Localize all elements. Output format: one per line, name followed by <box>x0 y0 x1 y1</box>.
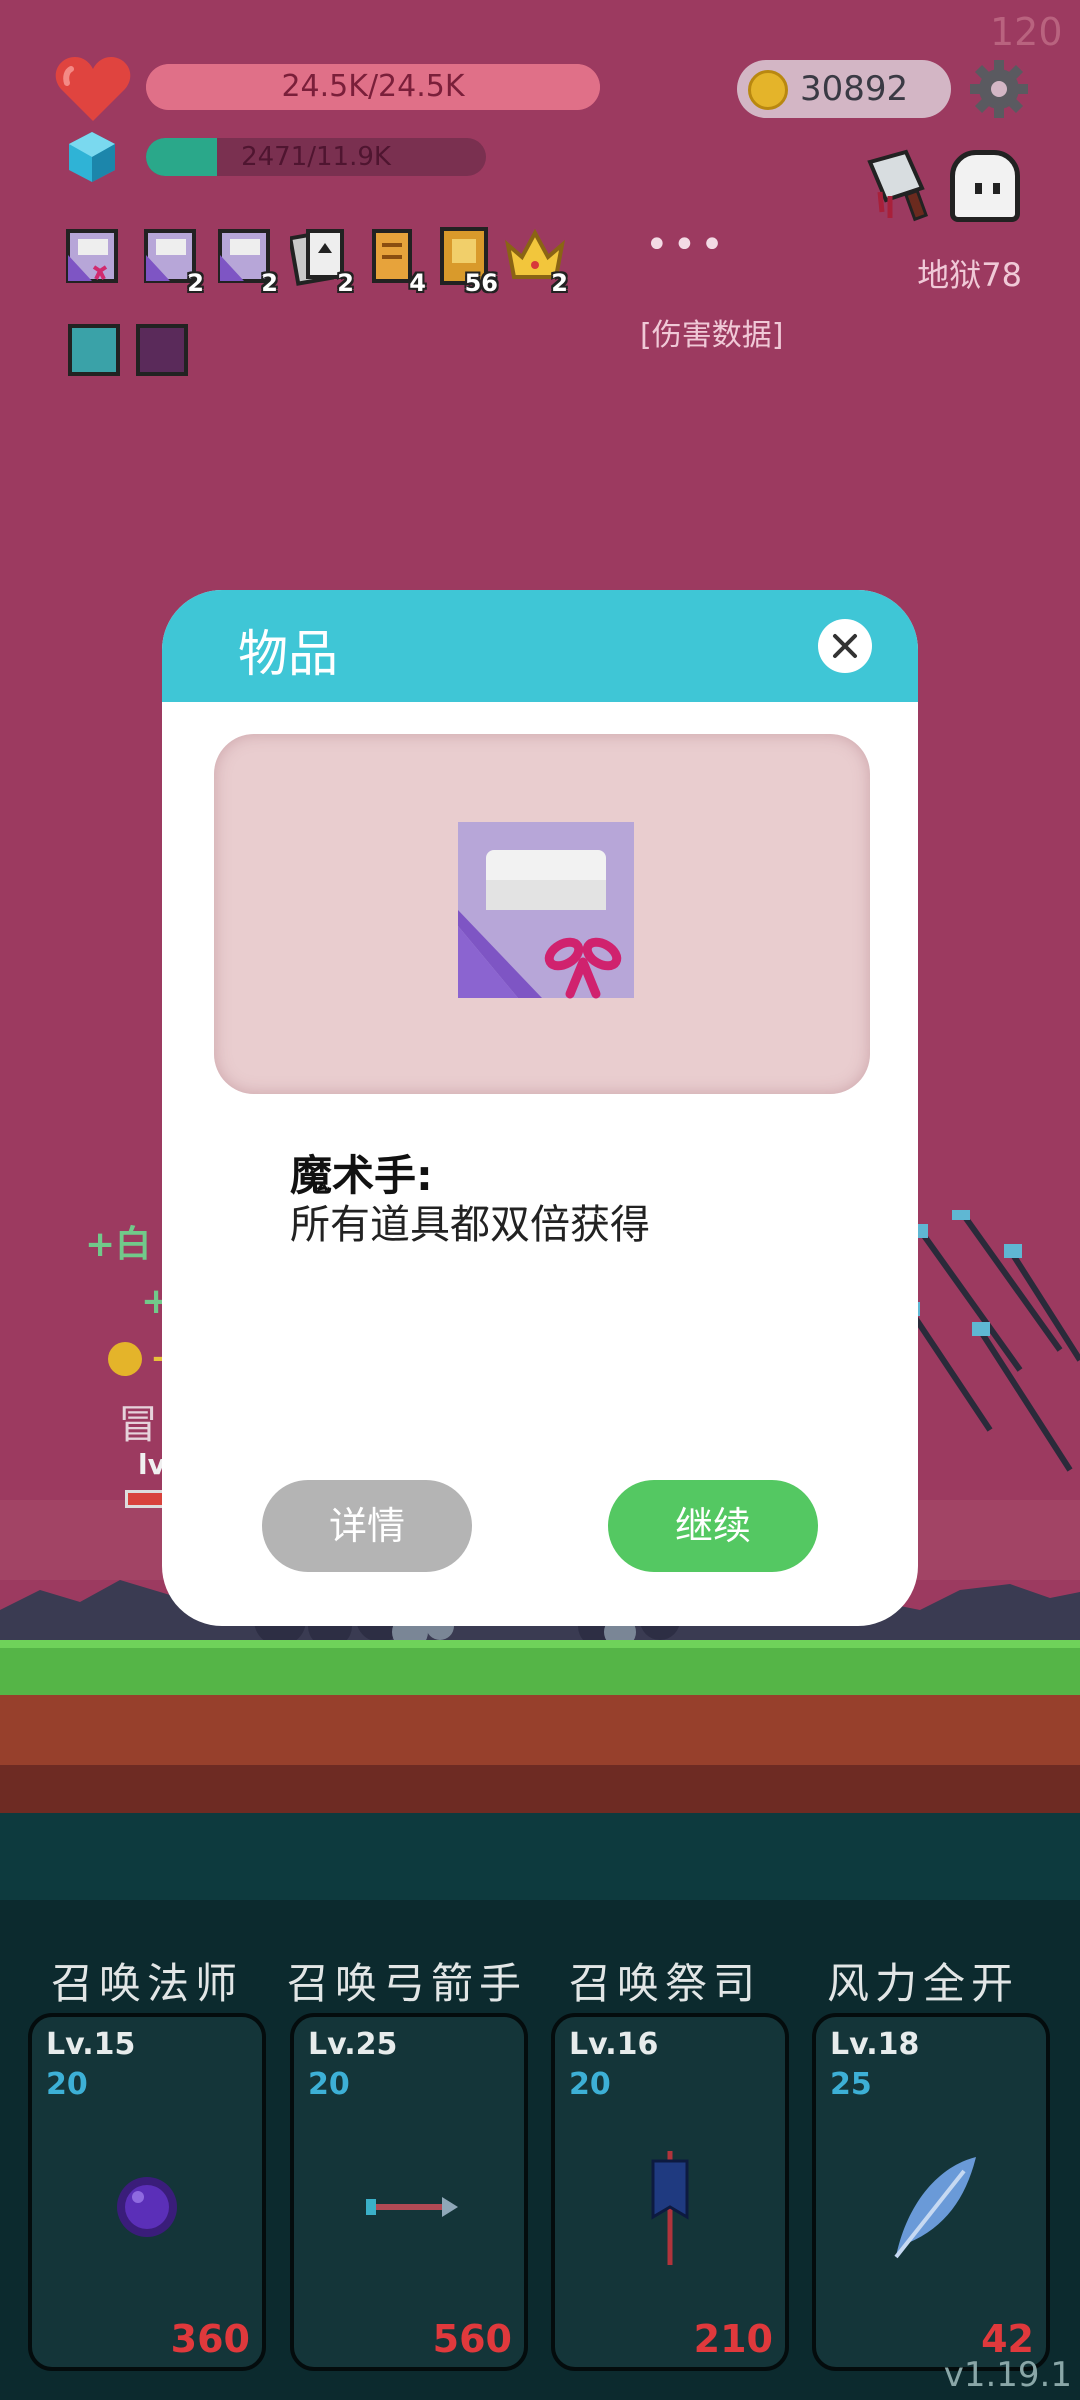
magic-hand-card-icon <box>458 822 634 999</box>
close-button[interactable] <box>818 619 872 673</box>
item-description: 所有道具都双倍获得 <box>290 1202 650 1248</box>
close-icon <box>833 634 857 658</box>
modal-title: 物品 <box>238 625 338 683</box>
item-modal: 物品 魔术手: 所有道具都双倍获得 详情 继续 <box>162 590 918 1626</box>
details-button[interactable]: 详情 <box>262 1480 472 1572</box>
continue-button[interactable]: 继续 <box>608 1480 818 1572</box>
item-preview-panel <box>214 734 870 1094</box>
